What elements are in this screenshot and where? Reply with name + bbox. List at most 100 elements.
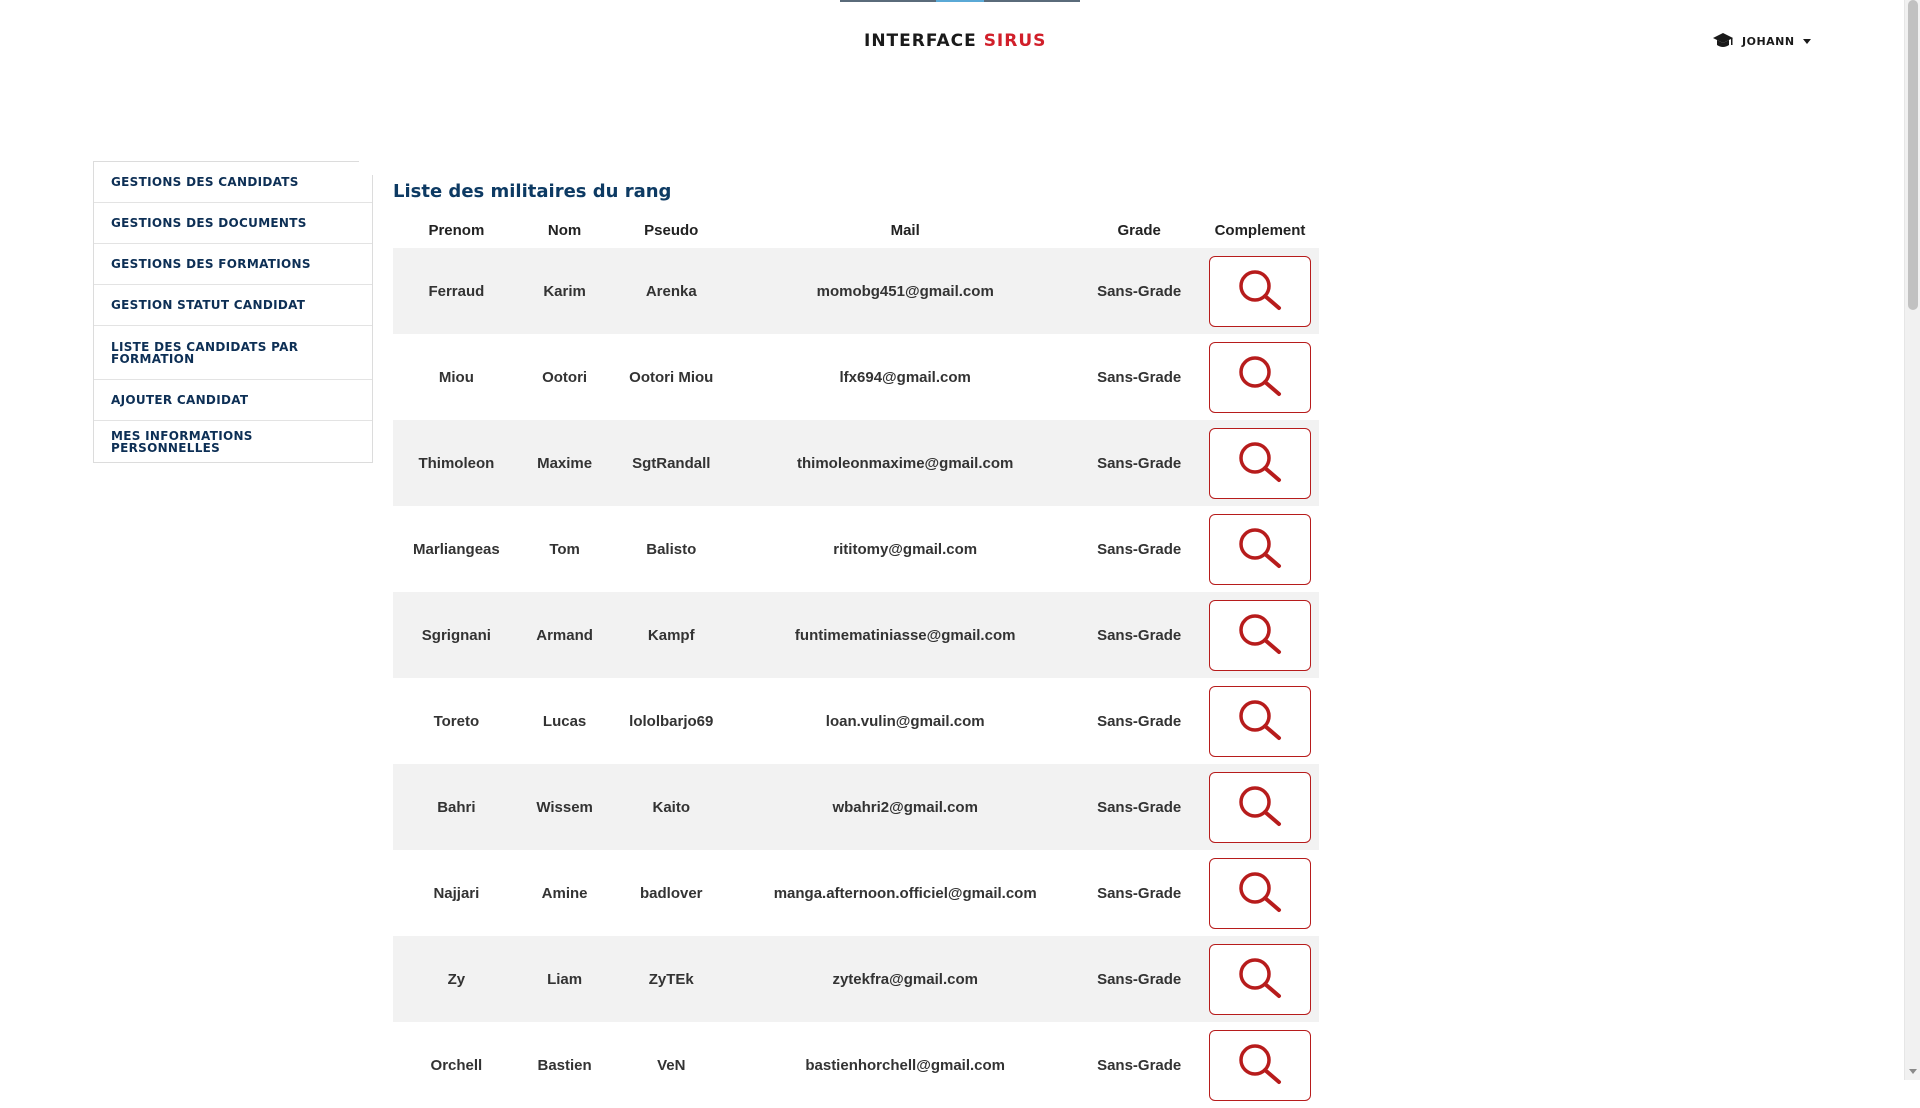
sidebar-item-gestions-documents[interactable]: GESTIONS DES DOCUMENTS <box>94 203 372 244</box>
sidebar-item-gestion-statut[interactable]: GESTION STATUT CANDIDAT <box>94 285 372 326</box>
cell-pseudo: Kaito <box>652 798 691 816</box>
sidebar-item-informations-personnelles[interactable]: MES INFORMATIONS PERSONNELLES <box>94 421 372 462</box>
cell-mail: manga.afternoon.officiel@gmail.com <box>773 884 1037 902</box>
cell-prenom: Thimoleon <box>418 454 495 472</box>
view-details-button[interactable] <box>1209 685 1311 757</box>
user-menu[interactable]: JOHANN <box>1712 32 1811 50</box>
cell-nom: Bastien <box>537 1056 592 1074</box>
column-header-complement: Complement <box>1214 221 1306 239</box>
view-details-button[interactable] <box>1209 1029 1311 1101</box>
scrollbar-thumb[interactable] <box>1908 0 1918 310</box>
cell-grade: Sans-Grade <box>1097 368 1182 386</box>
column-header-mail: Mail <box>890 221 920 239</box>
search-icon <box>1239 700 1281 740</box>
cell-nom: Maxime <box>537 454 593 472</box>
table-row: Najjari Amine badlover manga.afternoon.offi… <box>393 850 1319 936</box>
cell-nom: Liam <box>547 970 583 988</box>
view-details-button[interactable] <box>1209 427 1311 499</box>
search-icon <box>1239 958 1281 998</box>
table-row: Bahri Wissem Kaito wbahri2@gmail.com Sans-Gr… <box>393 764 1319 850</box>
sidebar-item-liste-candidats-formation[interactable]: LISTE DES CANDIDATS PAR FORMATION <box>94 326 372 380</box>
view-details-button[interactable] <box>1209 255 1311 327</box>
cell-mail: loan.vulin@gmail.com <box>825 712 985 730</box>
view-details-button[interactable] <box>1209 513 1311 585</box>
main-content: Liste des militaires du rang Prenom Nom … <box>393 180 1319 1108</box>
table-row: Zy Liam ZyTEk zytekfra@gmail.com Sans-Grade <box>393 936 1319 1022</box>
cell-mail: zytekfra@gmail.com <box>832 970 978 988</box>
search-icon <box>1239 356 1281 396</box>
cell-complement <box>1201 506 1319 592</box>
cell-prenom: Orchell <box>430 1056 483 1074</box>
cell-prenom: Sgrignani <box>421 626 491 644</box>
sidebar-item-gestions-formations[interactable]: GESTIONS DES FORMATIONS <box>94 244 372 285</box>
top-header: INTERFACE SIRUS JOHANN <box>0 0 1904 90</box>
sidebar-item-label: GESTIONS DES CANDIDATS <box>111 175 299 189</box>
view-details-button[interactable] <box>1209 341 1311 413</box>
scroll-down-arrow[interactable] <box>1909 1069 1917 1074</box>
search-icon <box>1239 614 1281 654</box>
cell-complement <box>1201 592 1319 678</box>
search-icon <box>1239 872 1281 912</box>
cell-grade: Sans-Grade <box>1097 884 1182 902</box>
cell-pseudo: Arenka <box>645 282 697 300</box>
page-title: Liste des militaires du rang <box>393 181 672 202</box>
cell-mail: funtimematiniasse@gmail.com <box>794 626 1016 644</box>
view-details-button[interactable] <box>1209 599 1311 671</box>
user-name: JOHANN <box>1742 34 1795 48</box>
brand-logo[interactable]: INTERFACE SIRUS <box>864 31 1046 51</box>
sidebar-item-label: AJOUTER CANDIDAT <box>111 393 249 407</box>
search-icon <box>1239 528 1281 568</box>
sidebar-item-label: GESTION STATUT CANDIDAT <box>111 298 306 312</box>
table-row: Ferraud Karim Arenka momobg451@gmail.com San… <box>393 248 1319 334</box>
view-details-button[interactable] <box>1209 943 1311 1015</box>
sidebar-item-ajouter-candidat[interactable]: AJOUTER CANDIDAT <box>94 380 372 421</box>
cell-nom: Amine <box>541 884 588 902</box>
cell-complement <box>1201 764 1319 850</box>
cell-complement <box>1201 850 1319 936</box>
search-icon <box>1239 786 1281 826</box>
table-row: Toreto Lucas lololbarjo69 loan.vulin@gmail.… <box>393 678 1319 764</box>
cell-grade: Sans-Grade <box>1097 1056 1182 1074</box>
page-scrollbar[interactable] <box>1904 0 1920 1080</box>
cell-complement <box>1201 420 1319 506</box>
search-icon <box>1239 270 1281 310</box>
cell-pseudo: badlover <box>639 884 703 902</box>
table-row: Thimoleon Maxime SgtRandall thimoleonmaxime… <box>393 420 1319 506</box>
view-details-button[interactable] <box>1209 857 1311 929</box>
cell-pseudo: SgtRandall <box>632 454 711 472</box>
cell-nom: Ootori <box>542 368 588 386</box>
cell-pseudo: VeN <box>657 1056 686 1074</box>
cell-nom: Tom <box>549 540 580 558</box>
brand-accent: SIRUS <box>983 31 1047 51</box>
cell-prenom: Toreto <box>433 712 480 730</box>
cell-mail: wbahri2@gmail.com <box>832 798 978 816</box>
search-icon <box>1239 1044 1281 1084</box>
cell-prenom: Bahri <box>437 798 476 816</box>
cell-pseudo: Ootori Miou <box>629 368 714 386</box>
cell-grade: Sans-Grade <box>1097 970 1182 988</box>
table-row: Sgrignani Armand Kampf funtimematiniasse@gm… <box>393 592 1319 678</box>
militaires-table: Prenom Nom Pseudo Mail Grade Complement … <box>393 212 1319 1108</box>
view-details-button[interactable] <box>1209 771 1311 843</box>
cell-grade: Sans-Grade <box>1097 712 1182 730</box>
cell-nom: Karim <box>543 282 586 300</box>
column-header-grade: Grade <box>1117 221 1161 239</box>
cell-mail: lfx694@gmail.com <box>839 368 971 386</box>
table-row: Miou Ootori Ootori Miou lfx694@gmail.com San… <box>393 334 1319 420</box>
cell-complement <box>1201 334 1319 420</box>
table-row: Marliangeas Tom Balisto rititomy@gmail.com S… <box>393 506 1319 592</box>
caret-down-icon <box>1802 38 1811 44</box>
sidebar-item-label: GESTIONS DES DOCUMENTS <box>111 216 307 230</box>
brand-main: INTERFACE <box>864 31 977 51</box>
cell-prenom: Najjari <box>433 884 480 902</box>
table-body: Ferraud Karim Arenka momobg451@gmail.com San… <box>393 248 1319 1108</box>
cell-mail: momobg451@gmail.com <box>816 282 994 300</box>
sidebar-item-label: GESTIONS DES FORMATIONS <box>111 257 311 271</box>
cell-pseudo: ZyTEk <box>648 970 694 988</box>
cell-nom: Armand <box>536 626 593 644</box>
sidebar-item-gestions-candidats[interactable]: GESTIONS DES CANDIDATS <box>94 162 372 203</box>
graduation-cap-icon <box>1712 32 1734 50</box>
cell-grade: Sans-Grade <box>1097 798 1182 816</box>
table-header-row: Prenom Nom Pseudo Mail Grade Complement <box>393 212 1319 248</box>
cell-mail: thimoleonmaxime@gmail.com <box>797 454 1014 472</box>
